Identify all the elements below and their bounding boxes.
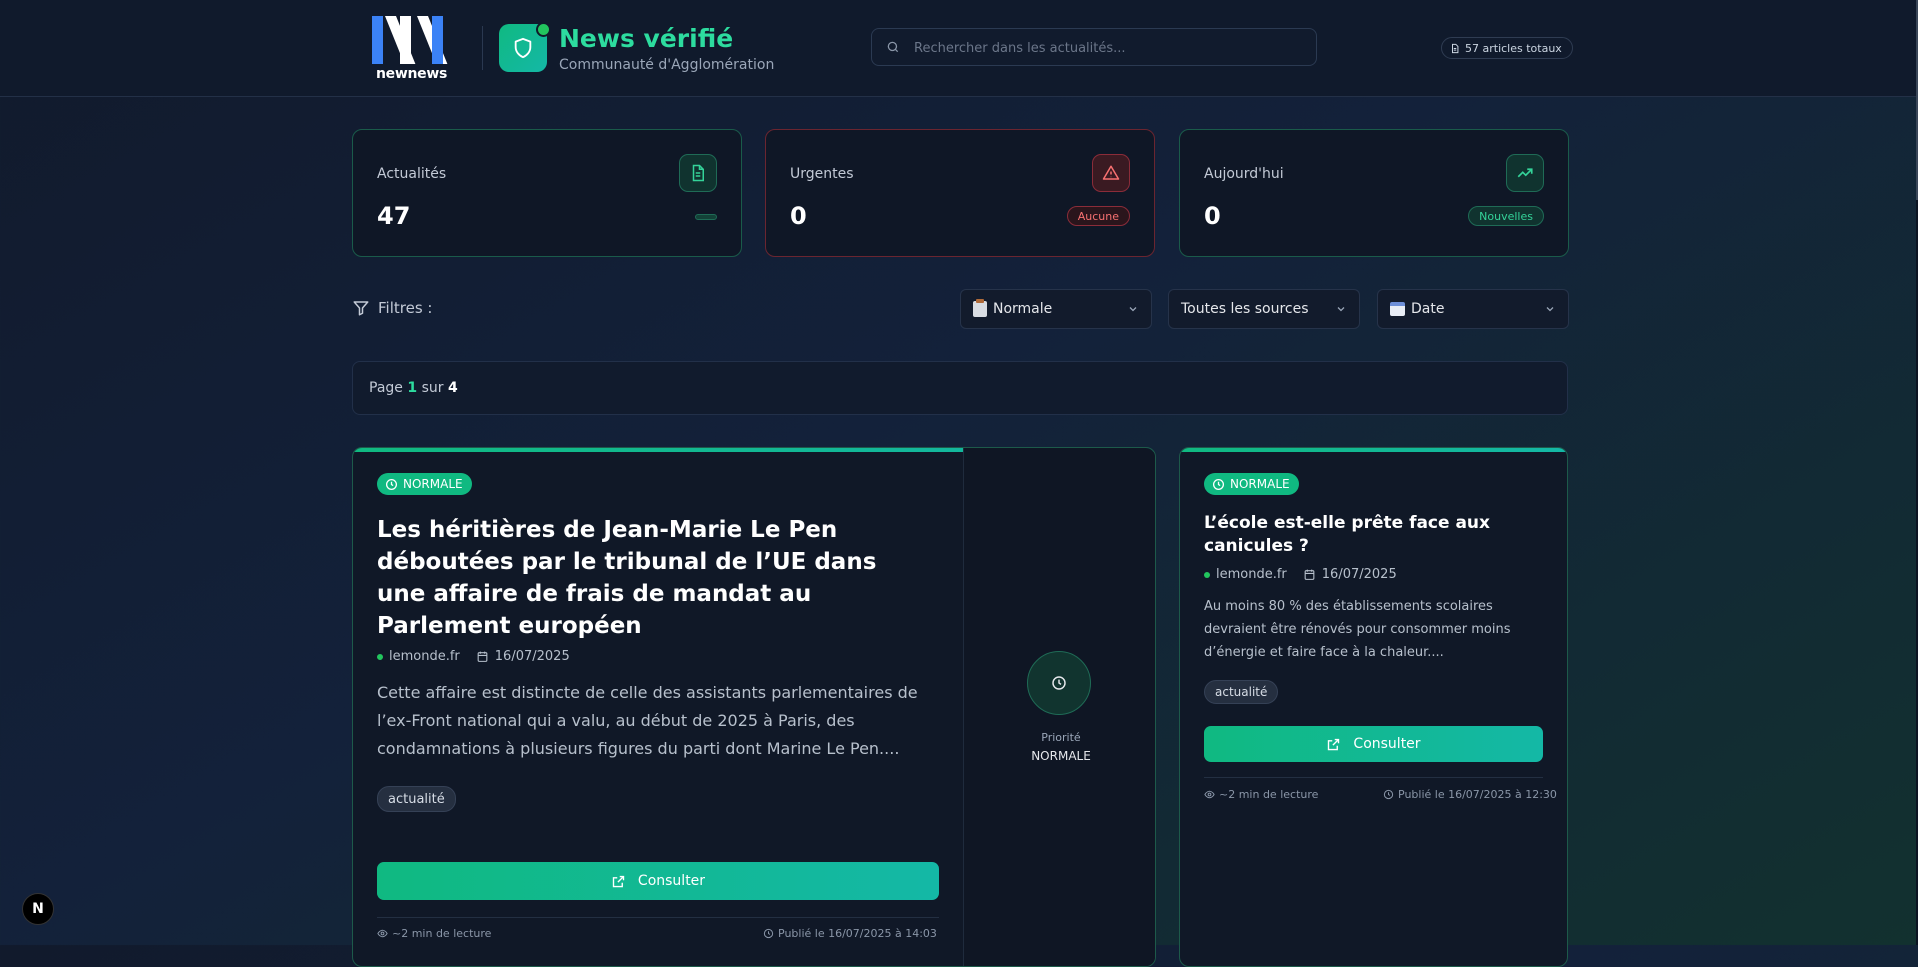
calendar-icon (1304, 569, 1315, 580)
newnews-logo[interactable]: newnews (372, 16, 448, 82)
clock-icon (763, 928, 774, 939)
card-divider (1204, 777, 1543, 778)
header-divider (482, 26, 483, 70)
clock-icon (385, 478, 398, 490)
stat-label: Actualités (377, 166, 447, 182)
total-articles-badge: 57 articles totaux (1441, 37, 1573, 59)
stat-label: Aujourd'hui (1204, 166, 1284, 182)
document-icon (679, 154, 717, 192)
status-dot (536, 22, 551, 37)
filters-text: Filtres : (378, 299, 433, 317)
published-date: Publié le 16/07/2025 à 14:03 (763, 927, 937, 940)
priority-badge-text: NORMALE (1230, 477, 1290, 491)
search-icon (887, 41, 899, 53)
document-icon (1452, 43, 1459, 53)
card-divider (377, 917, 939, 918)
stat-card-actualites: Actualités 47 (352, 129, 742, 257)
article-card: NORMALE L’école est-elle prête face aux … (1179, 447, 1568, 967)
article-title[interactable]: L’école est-elle prête face aux canicule… (1204, 512, 1544, 558)
article-description: Cette affaire est distincte de celle des… (377, 683, 918, 758)
filter-icon (353, 301, 369, 316)
article-card: NORMALE Les héritières de Jean-Marie Le … (352, 447, 1156, 967)
stat-value: 0 (790, 202, 807, 230)
sort-select-value: Date (1411, 301, 1445, 317)
nextjs-dev-button[interactable]: N (22, 893, 54, 925)
brand-title: News vérifié (559, 24, 734, 53)
published-text: Publié le 16/07/2025 à 14:03 (778, 927, 937, 940)
chevron-down-icon (1337, 307, 1345, 312)
warning-triangle-icon (1092, 154, 1130, 192)
app-header: newnews News vérifié Communauté d'Agglom… (0, 0, 1916, 97)
source-select[interactable]: Toutes les sources (1168, 289, 1360, 329)
consult-button[interactable]: Consulter (377, 862, 939, 900)
pagination-separator: sur (421, 380, 444, 396)
stat-value: 47 (377, 202, 411, 230)
consult-button-label: Consulter (1353, 736, 1421, 752)
sort-select[interactable]: Date (1377, 289, 1569, 329)
article-meta: lemonde.fr 16/07/2025 (1204, 567, 1397, 582)
priority-badge-text: NORMALE (403, 477, 463, 491)
reading-time: ~2 min de lecture (377, 927, 491, 940)
reading-time-text: ~2 min de lecture (392, 927, 492, 940)
priority-select[interactable]: Normale (960, 289, 1152, 329)
consult-button[interactable]: Consulter (1204, 726, 1543, 762)
source-dot (1204, 571, 1210, 578)
priority-label: Priorité (1041, 731, 1081, 744)
calendar-icon (1390, 302, 1405, 316)
total-articles-text: 57 articles totaux (1465, 41, 1562, 55)
eye-icon (1204, 790, 1215, 799)
pagination-text: Page 1 sur 4 (369, 380, 458, 396)
search-input[interactable] (912, 29, 1306, 67)
logo-mark (372, 16, 448, 64)
clipboard-icon (973, 299, 987, 317)
article-title[interactable]: Les héritières de Jean-Marie Le Pen débo… (377, 514, 897, 642)
article-source: lemonde.fr (389, 649, 460, 664)
current-page: 1 (407, 380, 418, 396)
external-link-icon (1328, 738, 1340, 750)
pagination-prefix: Page (369, 380, 403, 396)
search-box[interactable] (871, 28, 1317, 67)
stat-card-aujourdhui: Aujourd'hui 0 Nouvelles (1179, 129, 1569, 257)
source-select-value: Toutes les sources (1181, 301, 1309, 317)
brand-subtitle: Communauté d'Agglomération (559, 57, 775, 73)
logo-text: newnews (376, 66, 448, 82)
stat-label: Urgentes (790, 166, 854, 182)
reading-time: ~2 min de lecture (1204, 788, 1318, 801)
reading-time-text: ~2 min de lecture (1219, 788, 1319, 801)
priority-badge: NORMALE (377, 473, 472, 495)
source-dot (377, 653, 383, 660)
chevron-down-icon (1129, 307, 1137, 312)
priority-value: NORMALE (1031, 749, 1091, 763)
chevron-down-icon (1546, 307, 1554, 312)
priority-panel: Priorité NORMALE (963, 448, 1155, 966)
trending-up-icon (1506, 154, 1544, 192)
article-date: 16/07/2025 (1321, 567, 1397, 582)
consult-button-label: Consulter (637, 873, 706, 889)
article-date: 16/07/2025 (494, 649, 570, 664)
total-pages: 4 (447, 380, 458, 396)
pagination-bar: Page 1 sur 4 (352, 361, 1568, 415)
article-meta: lemonde.fr 16/07/2025 (377, 649, 570, 664)
stat-pill: Nouvelles (1468, 206, 1544, 226)
external-link-icon (612, 875, 625, 887)
eye-icon (377, 929, 388, 938)
clock-icon (1383, 789, 1394, 800)
priority-badge: NORMALE (1204, 473, 1299, 495)
stat-pill: Aucune (1066, 206, 1130, 226)
article-source: lemonde.fr (1216, 567, 1287, 582)
published-text: Publié le 16/07/2025 à 12:30 (1398, 788, 1557, 801)
stat-card-urgentes: Urgentes 0 Aucune (765, 129, 1155, 257)
stat-value: 0 (1204, 202, 1221, 230)
stat-pill (695, 214, 717, 220)
calendar-icon (477, 651, 488, 662)
article-description: Au moins 80 % des établissements scolair… (1204, 599, 1511, 660)
published-date: Publié le 16/07/2025 à 12:30 (1383, 788, 1557, 801)
clock-icon (1212, 478, 1225, 490)
filters-label: Filtres : (352, 299, 432, 317)
article-tag[interactable]: actualité (1204, 680, 1279, 704)
priority-select-value: Normale (993, 301, 1053, 317)
clock-icon (1027, 651, 1091, 715)
article-tag[interactable]: actualité (377, 786, 456, 812)
